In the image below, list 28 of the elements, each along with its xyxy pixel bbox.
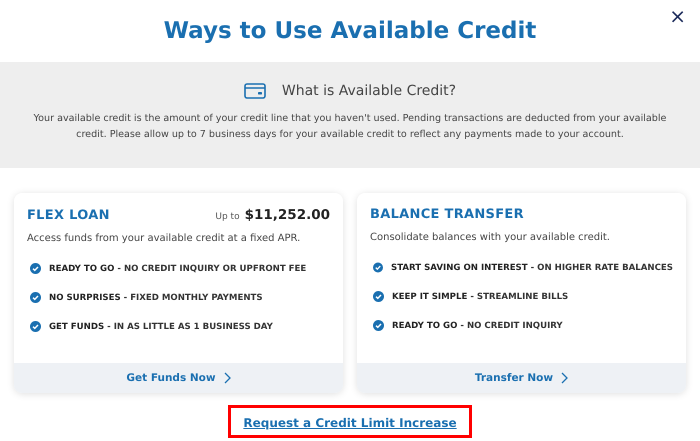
- info-text: Your available credit is the amount of your credit line that you haven't used. Pending transactions are deducted from your available credit. Please allow up to 7 business days for your available credit to reflect any payments made to your account.: [32, 112, 668, 142]
- check-icon: [373, 320, 384, 331]
- chevron-right-icon: [224, 372, 231, 384]
- credit-limit-link[interactable]: Request a Credit Limit Increase: [243, 416, 457, 430]
- credit-card-icon: [244, 83, 266, 99]
- card-title: FLEX LOAN: [27, 208, 111, 223]
- card-action-button[interactable]: Transfer Now: [357, 363, 686, 393]
- chevron-right-icon: [561, 372, 568, 384]
- feature-text: READY TO GO - NO CREDIT INQUIRY: [392, 320, 563, 330]
- feature-text: KEEP IT SIMPLE - STREAMLINE BILLS: [392, 292, 568, 302]
- check-icon: [30, 321, 41, 332]
- card-description: Consolidate balances with your available credit.: [370, 232, 611, 243]
- close-button[interactable]: ×: [665, 4, 690, 28]
- info-heading: What is Available Credit?: [282, 83, 456, 99]
- amount-prefix: Up to: [215, 212, 240, 222]
- check-icon: [373, 291, 384, 302]
- check-icon: [30, 263, 41, 274]
- feature-text: GET FUNDS - IN AS LITTLE AS 1 BUSINESS DAY: [49, 322, 273, 332]
- amount: $11,252.00: [244, 207, 330, 223]
- check-icon: [373, 262, 383, 273]
- feature-text: NO SURPRISES - FIXED MONTHLY PAYMENTS: [49, 292, 263, 302]
- feature-text: READY TO GO - NO CREDIT INQUIRY OR UPFRONT FEE: [49, 264, 306, 274]
- feature-text: START SAVING ON INTEREST - ON HIGHER RATE BALANCES: [391, 262, 673, 272]
- dialog-title: Ways to Use Available Credit: [164, 18, 536, 44]
- check-icon: [30, 292, 41, 303]
- card-title: BALANCE TRANSFER: [370, 207, 525, 222]
- card-description: Access funds from your available credit at a fixed APR.: [27, 233, 302, 244]
- card-action-button[interactable]: Get Funds Now: [14, 363, 343, 393]
